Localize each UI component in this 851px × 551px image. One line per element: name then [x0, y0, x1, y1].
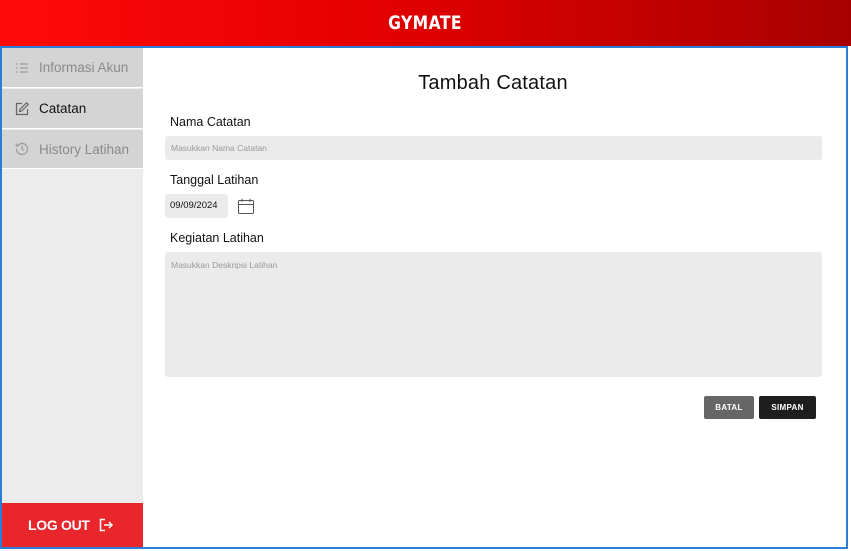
list-icon — [14, 60, 30, 76]
sidebar: Informasi Akun Catatan History Latihan — [2, 48, 143, 547]
edit-icon — [14, 101, 30, 117]
nama-catatan-label: Nama Catatan — [170, 115, 251, 129]
tanggal-latihan-input[interactable]: 09/09/2024 — [165, 194, 228, 218]
history-icon — [14, 141, 30, 157]
logout-icon — [98, 517, 114, 533]
tanggal-latihan-label: Tanggal Latihan — [170, 173, 259, 187]
calendar-icon[interactable] — [237, 198, 255, 215]
kegiatan-latihan-label: Kegiatan Latihan — [170, 231, 264, 245]
sidebar-item-label: Informasi Akun — [39, 60, 129, 75]
batal-button[interactable]: BATAL — [704, 396, 754, 419]
simpan-button[interactable]: SIMPAN — [759, 396, 816, 419]
kegiatan-latihan-textarea[interactable]: Masukkan Deskripsi Latihan — [165, 252, 822, 377]
page-title: Tambah Catatan — [418, 72, 568, 94]
logout-label: LOG OUT — [28, 517, 90, 533]
logout-button[interactable]: LOG OUT — [2, 503, 143, 547]
sidebar-item-informasi-akun[interactable]: Informasi Akun — [2, 48, 143, 88]
app-header: GYMATE — [0, 0, 851, 46]
sidebar-item-history-latihan[interactable]: History Latihan — [2, 130, 143, 169]
sidebar-item-label: Catatan — [39, 101, 87, 116]
sidebar-item-label: History Latihan — [39, 141, 130, 157]
nama-catatan-input[interactable]: Masukkan Nama Catatan — [165, 136, 822, 160]
main-content: Tambah Catatan Nama Catatan Masukkan Nam… — [143, 48, 846, 547]
brand-logo: GYMATE — [388, 12, 463, 34]
sidebar-item-catatan[interactable]: Catatan — [2, 89, 143, 129]
